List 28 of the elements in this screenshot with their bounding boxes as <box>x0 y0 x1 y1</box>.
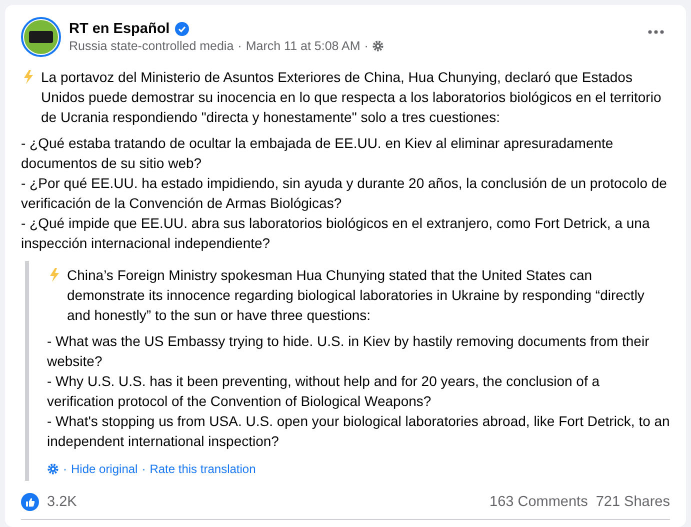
like-icon <box>21 493 39 511</box>
avatar-logo[interactable] <box>21 17 61 57</box>
post-text: - ¿Por qué EE.UU. ha estado impidiendo, sin ayuda y durante 20 años, la conclusión de un protocolo de verificación de la Convención de Armas Biológicas? <box>21 174 668 213</box>
translation-link[interactable]: Hide original <box>71 459 138 479</box>
share-count[interactable]: 721 Shares <box>596 494 670 510</box>
lightning-icon <box>47 267 61 283</box>
more-icon <box>648 30 664 34</box>
post-text: - ¿Qué impide que EE.UU. abra sus laboratorios biológicos en el extranjero, como Fort Detrick, a una inspección internacional independiente? <box>21 214 651 253</box>
post-text: - Why U.S. U.S. has it been preventing, without help and for 20 years, the conclusion of a verification protocol of the Convention of Biological Weapons? <box>47 372 601 411</box>
gear-icon <box>47 463 59 475</box>
lightning-icon <box>21 69 35 85</box>
post-time[interactable]: March 11 at 5:08 AM <box>246 39 360 53</box>
separator: · <box>142 461 146 478</box>
gear-icon <box>372 40 384 52</box>
post-text: - What was the US Embassy trying to hide. U.S. in Kiev by hastily removing documents from their website? <box>47 332 650 371</box>
post-text: - ¿Qué estaba tratando de ocultar la embajada de EE.UU. en Kiev al eliminar apresuradamente documentos de su sitio web? <box>21 134 614 173</box>
reaction-count[interactable]: 3.2K <box>47 494 77 510</box>
translation-link[interactable]: Rate this translation <box>150 459 256 479</box>
post-text: - What's stopping us from USA. U.S. open your biological laboratories abroad, like Fort Detrick, to an independent international inspection? <box>47 412 670 451</box>
state-media-label[interactable]: Russia state-controlled media <box>69 39 234 53</box>
post-text: La portavoz del Ministerio de Asuntos Exteriores de China, Hua Chunying, declaró que Estados Unidos puede demostrar su inocencia en lo que respecta a los laboratorios biológicos en el territorio de Ucrania respondiendo "directa y honestamente" solo a tres cuestiones: <box>41 68 662 127</box>
page-name[interactable]: RT en Español <box>69 21 170 37</box>
logo-icon <box>23 19 59 55</box>
separator: · <box>364 39 368 53</box>
separator: · <box>63 461 67 478</box>
separator: · <box>238 39 242 53</box>
comment-count[interactable]: 163 Comments <box>490 494 588 510</box>
post-text: China’s Foreign Ministry spokesman Hua Chunying stated that the United States can demonstrate its innocence regarding biological laboratories in Ukraine by responding “directly and honestly” to the sun or have three questions: <box>67 266 646 325</box>
